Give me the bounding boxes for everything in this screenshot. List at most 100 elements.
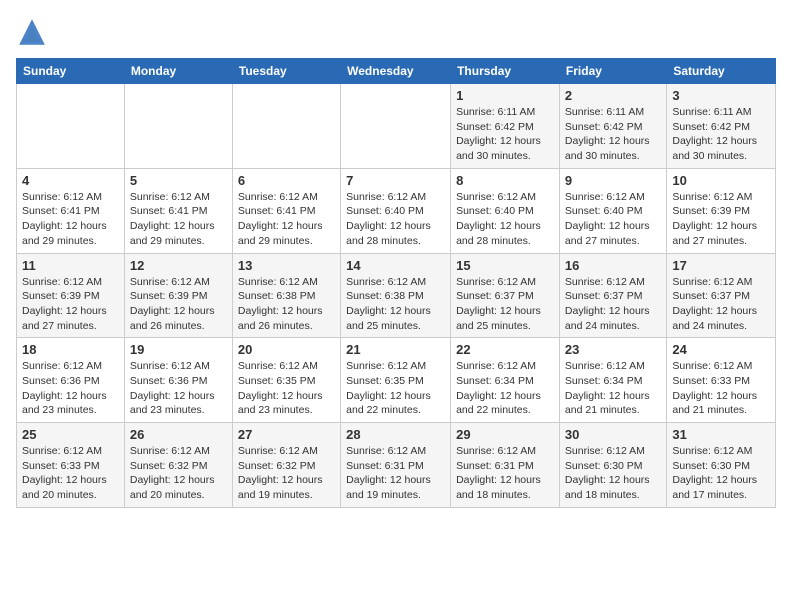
calendar-cell: 24 Sunrise: 6:12 AMSunset: 6:33 PMDayligh…	[667, 338, 776, 423]
calendar-cell: 29 Sunrise: 6:12 AMSunset: 6:31 PMDayligh…	[451, 423, 560, 508]
day-info: Sunrise: 6:12 AMSunset: 6:34 PMDaylight:…	[565, 359, 661, 418]
day-info: Sunrise: 6:12 AMSunset: 6:30 PMDaylight:…	[672, 444, 770, 503]
calendar-week-row: 25 Sunrise: 6:12 AMSunset: 6:33 PMDayligh…	[17, 423, 776, 508]
calendar-cell: 22 Sunrise: 6:12 AMSunset: 6:34 PMDayligh…	[451, 338, 560, 423]
day-number: 11	[22, 258, 119, 273]
day-number: 20	[238, 342, 335, 357]
calendar-cell: 21Sunrise: 6:12 AMSunset: 6:35 PMDayligh…	[341, 338, 451, 423]
calendar-cell: 7 Sunrise: 6:12 AMSunset: 6:40 PMDaylight…	[341, 168, 451, 253]
calendar-cell: 4 Sunrise: 6:12 AMSunset: 6:41 PMDaylight…	[17, 168, 125, 253]
day-number: 14	[346, 258, 445, 273]
calendar-cell: 13 Sunrise: 6:12 AMSunset: 6:38 PMDayligh…	[232, 253, 340, 338]
calendar-cell: 30Sunrise: 6:12 AMSunset: 6:30 PMDayligh…	[559, 423, 666, 508]
day-number: 4	[22, 173, 119, 188]
calendar-cell: 11 Sunrise: 6:12 AMSunset: 6:39 PMDayligh…	[17, 253, 125, 338]
weekday-header: Thursday	[451, 59, 560, 84]
day-info: Sunrise: 6:12 AMSunset: 6:37 PMDaylight:…	[565, 275, 661, 334]
day-info: Sunrise: 6:12 AMSunset: 6:32 PMDaylight:…	[130, 444, 227, 503]
day-info: Sunrise: 6:12 AMSunset: 6:35 PMDaylight:…	[346, 359, 445, 418]
day-info: Sunrise: 6:12 AMSunset: 6:40 PMDaylight:…	[456, 190, 554, 249]
day-number: 1	[456, 88, 554, 103]
day-number: 29	[456, 427, 554, 442]
calendar-cell: 31Sunrise: 6:12 AMSunset: 6:30 PMDayligh…	[667, 423, 776, 508]
day-info: Sunrise: 6:12 AMSunset: 6:32 PMDaylight:…	[238, 444, 335, 503]
calendar-cell: 18Sunrise: 6:12 AMSunset: 6:36 PMDayligh…	[17, 338, 125, 423]
day-number: 22	[456, 342, 554, 357]
day-info: Sunrise: 6:12 AMSunset: 6:41 PMDaylight:…	[22, 190, 119, 249]
day-number: 3	[672, 88, 770, 103]
day-number: 10	[672, 173, 770, 188]
day-number: 19	[130, 342, 227, 357]
day-info: Sunrise: 6:12 AMSunset: 6:38 PMDaylight:…	[238, 275, 335, 334]
calendar-cell: 6 Sunrise: 6:12 AMSunset: 6:41 PMDaylight…	[232, 168, 340, 253]
day-info: Sunrise: 6:12 AMSunset: 6:40 PMDaylight:…	[565, 190, 661, 249]
calendar-cell: 15Sunrise: 6:12 AMSunset: 6:37 PMDayligh…	[451, 253, 560, 338]
day-number: 12	[130, 258, 227, 273]
calendar-cell: 2Sunrise: 6:11 AMSunset: 6:42 PMDaylight…	[559, 84, 666, 169]
logo-icon	[16, 16, 48, 48]
calendar-cell: 19 Sunrise: 6:12 AMSunset: 6:36 PMDayligh…	[124, 338, 232, 423]
calendar-table: SundayMondayTuesdayWednesdayThursdayFrid…	[16, 58, 776, 508]
day-info: Sunrise: 6:12 AMSunset: 6:31 PMDaylight:…	[456, 444, 554, 503]
calendar-cell	[232, 84, 340, 169]
day-number: 27	[238, 427, 335, 442]
day-number: 28	[346, 427, 445, 442]
calendar-cell: 20 Sunrise: 6:12 AMSunset: 6:35 PMDayligh…	[232, 338, 340, 423]
calendar-cell: 17Sunrise: 6:12 AMSunset: 6:37 PMDayligh…	[667, 253, 776, 338]
day-info: Sunrise: 6:11 AMSunset: 6:42 PMDaylight:…	[456, 105, 554, 164]
calendar-cell	[341, 84, 451, 169]
calendar-cell: 1 Sunrise: 6:11 AMSunset: 6:42 PMDaylight…	[451, 84, 560, 169]
day-number: 5	[130, 173, 227, 188]
day-info: Sunrise: 6:12 AMSunset: 6:39 PMDaylight:…	[672, 190, 770, 249]
day-info: Sunrise: 6:12 AMSunset: 6:37 PMDaylight:…	[672, 275, 770, 334]
weekday-header: Tuesday	[232, 59, 340, 84]
calendar-cell: 12Sunrise: 6:12 AMSunset: 6:39 PMDayligh…	[124, 253, 232, 338]
day-number: 7	[346, 173, 445, 188]
calendar-week-row: 1 Sunrise: 6:11 AMSunset: 6:42 PMDaylight…	[17, 84, 776, 169]
calendar-cell: 26 Sunrise: 6:12 AMSunset: 6:32 PMDayligh…	[124, 423, 232, 508]
calendar-week-row: 4 Sunrise: 6:12 AMSunset: 6:41 PMDaylight…	[17, 168, 776, 253]
day-number: 25	[22, 427, 119, 442]
day-number: 16	[565, 258, 661, 273]
day-info: Sunrise: 6:12 AMSunset: 6:41 PMDaylight:…	[130, 190, 227, 249]
calendar-cell: 5 Sunrise: 6:12 AMSunset: 6:41 PMDaylight…	[124, 168, 232, 253]
day-info: Sunrise: 6:12 AMSunset: 6:31 PMDaylight:…	[346, 444, 445, 503]
calendar-cell: 25 Sunrise: 6:12 AMSunset: 6:33 PMDayligh…	[17, 423, 125, 508]
calendar-cell: 10 Sunrise: 6:12 AMSunset: 6:39 PMDayligh…	[667, 168, 776, 253]
calendar-cell: 28 Sunrise: 6:12 AMSunset: 6:31 PMDayligh…	[341, 423, 451, 508]
weekday-header: Sunday	[17, 59, 125, 84]
calendar-cell: 16 Sunrise: 6:12 AMSunset: 6:37 PMDayligh…	[559, 253, 666, 338]
day-number: 13	[238, 258, 335, 273]
day-info: Sunrise: 6:12 AMSunset: 6:34 PMDaylight:…	[456, 359, 554, 418]
day-number: 23	[565, 342, 661, 357]
weekday-header: Friday	[559, 59, 666, 84]
calendar-cell: 9 Sunrise: 6:12 AMSunset: 6:40 PMDaylight…	[559, 168, 666, 253]
weekday-header: Wednesday	[341, 59, 451, 84]
day-info: Sunrise: 6:12 AMSunset: 6:38 PMDaylight:…	[346, 275, 445, 334]
calendar-cell: 8 Sunrise: 6:12 AMSunset: 6:40 PMDaylight…	[451, 168, 560, 253]
day-info: Sunrise: 6:12 AMSunset: 6:37 PMDaylight:…	[456, 275, 554, 334]
calendar-cell	[17, 84, 125, 169]
day-number: 26	[130, 427, 227, 442]
page-header	[16, 16, 776, 48]
day-number: 8	[456, 173, 554, 188]
day-info: Sunrise: 6:11 AMSunset: 6:42 PMDaylight:…	[672, 105, 770, 164]
calendar-cell: 27 Sunrise: 6:12 AMSunset: 6:32 PMDayligh…	[232, 423, 340, 508]
day-number: 2	[565, 88, 661, 103]
day-info: Sunrise: 6:12 AMSunset: 6:35 PMDaylight:…	[238, 359, 335, 418]
weekday-header: Saturday	[667, 59, 776, 84]
day-info: Sunrise: 6:12 AMSunset: 6:41 PMDaylight:…	[238, 190, 335, 249]
day-number: 6	[238, 173, 335, 188]
calendar-week-row: 18Sunrise: 6:12 AMSunset: 6:36 PMDayligh…	[17, 338, 776, 423]
day-info: Sunrise: 6:12 AMSunset: 6:40 PMDaylight:…	[346, 190, 445, 249]
day-info: Sunrise: 6:12 AMSunset: 6:36 PMDaylight:…	[22, 359, 119, 418]
calendar-cell: 23 Sunrise: 6:12 AMSunset: 6:34 PMDayligh…	[559, 338, 666, 423]
day-number: 24	[672, 342, 770, 357]
logo	[16, 16, 54, 48]
day-info: Sunrise: 6:12 AMSunset: 6:33 PMDaylight:…	[22, 444, 119, 503]
day-info: Sunrise: 6:12 AMSunset: 6:36 PMDaylight:…	[130, 359, 227, 418]
day-info: Sunrise: 6:12 AMSunset: 6:39 PMDaylight:…	[22, 275, 119, 334]
day-number: 9	[565, 173, 661, 188]
day-info: Sunrise: 6:12 AMSunset: 6:33 PMDaylight:…	[672, 359, 770, 418]
calendar-header: SundayMondayTuesdayWednesdayThursdayFrid…	[17, 59, 776, 84]
